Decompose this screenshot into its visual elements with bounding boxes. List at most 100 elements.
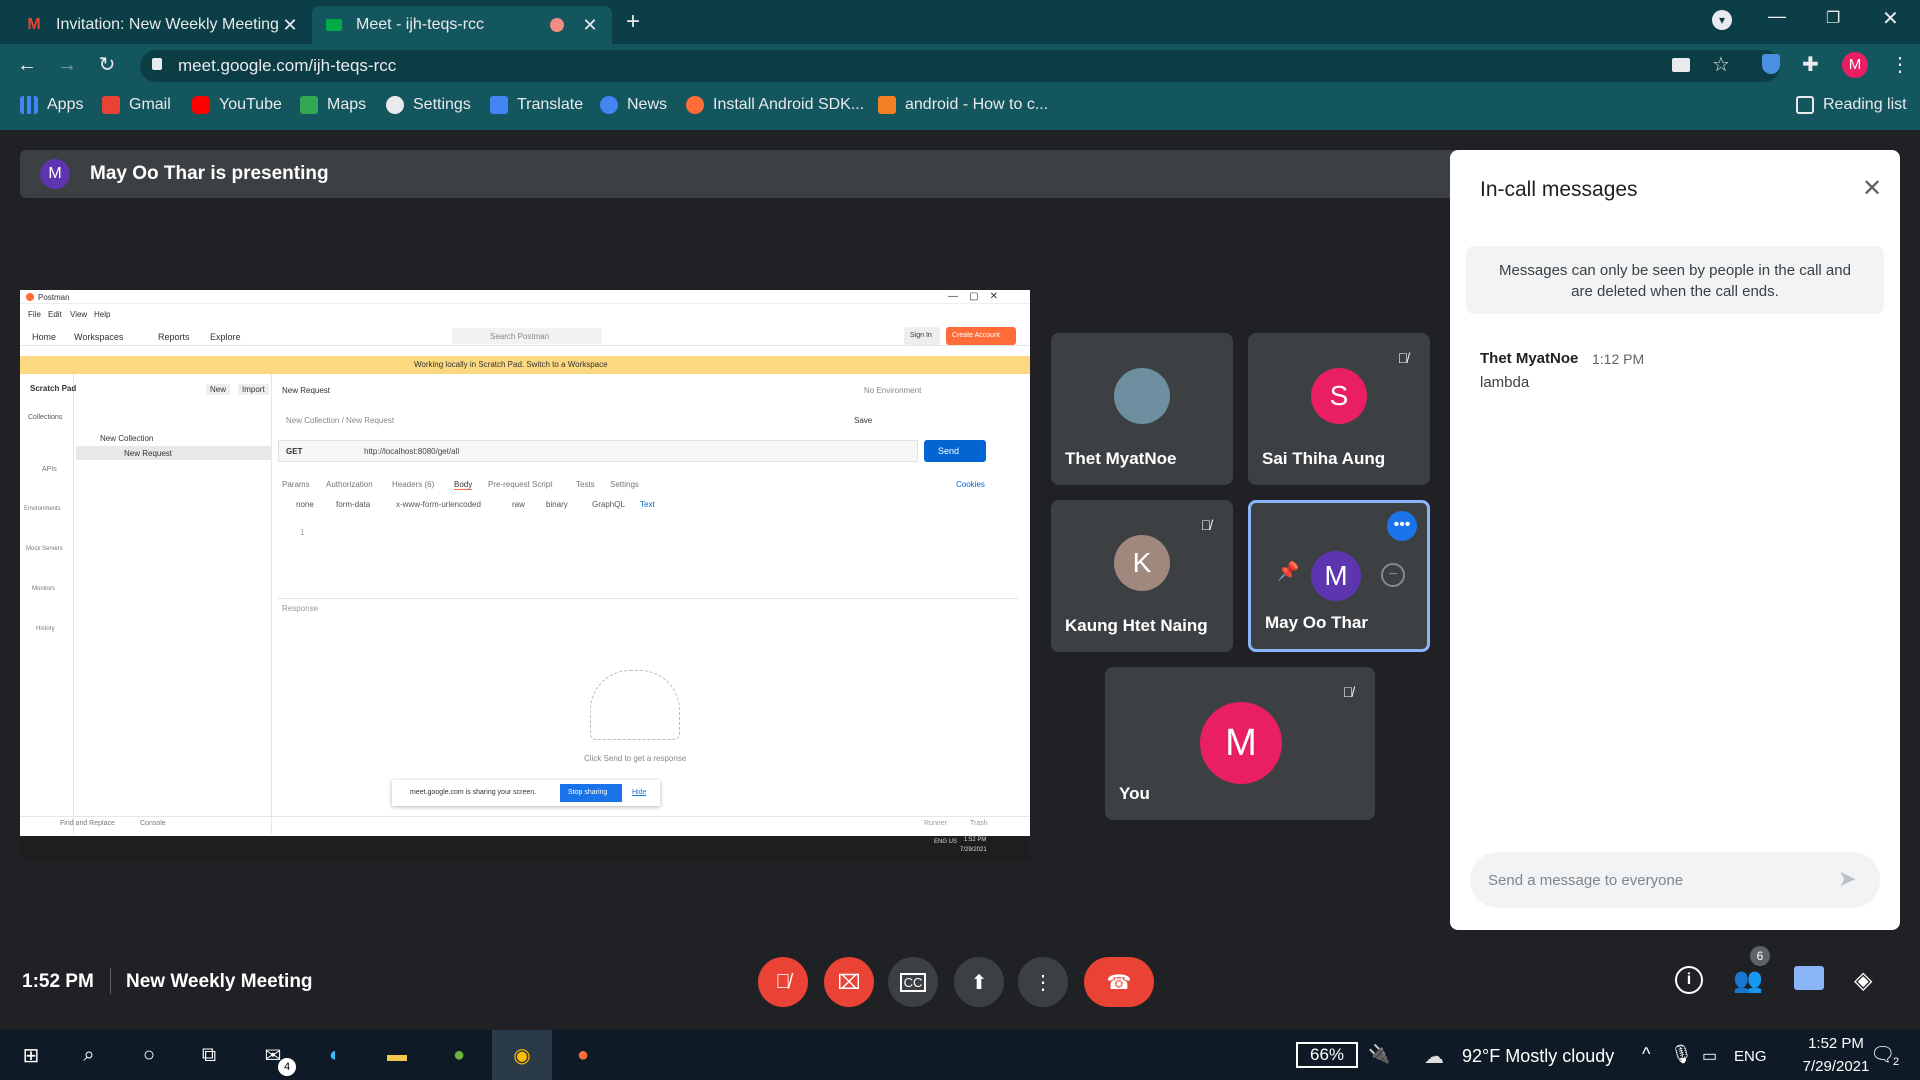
pm-runner[interactable]: Runner xyxy=(924,820,947,827)
participant-tile-you[interactable]: 🎙̸ M You xyxy=(1105,667,1375,820)
bookmark-settings[interactable]: Settings xyxy=(386,96,471,114)
meeting-details-button[interactable]: i xyxy=(1675,966,1703,994)
minimize-button[interactable]: — xyxy=(1768,6,1786,27)
pm-menu-view[interactable]: View xyxy=(70,310,87,319)
reload-button[interactable]: ↻ xyxy=(96,54,118,76)
pm-new-button[interactable]: New xyxy=(206,384,231,395)
pm-nav-home[interactable]: Home xyxy=(32,332,56,342)
forward-button[interactable]: → xyxy=(56,54,78,76)
bookmark-news[interactable]: News xyxy=(600,96,667,114)
pm-body-form-data[interactable]: form-data xyxy=(336,500,370,509)
pm-sidebar-collections[interactable]: Collections xyxy=(28,414,62,421)
pm-text-type-select[interactable]: Text xyxy=(640,500,655,509)
bookmark-android-how-to[interactable]: android - How to c... xyxy=(878,96,1048,114)
pm-tab-body[interactable]: Body xyxy=(454,480,473,490)
pm-sidebar-mock-servers[interactable]: Mock Servers xyxy=(26,546,63,552)
people-button[interactable]: 👥 xyxy=(1733,966,1763,995)
activities-button[interactable]: ◈ xyxy=(1854,966,1872,995)
pm-trash[interactable]: Trash xyxy=(970,820,988,827)
spring-tool-icon[interactable]: ● xyxy=(444,1040,474,1070)
pm-sidebar-monitors[interactable]: Monitors xyxy=(32,586,55,592)
pm-nav-workspaces[interactable]: Workspaces xyxy=(74,332,123,342)
back-button[interactable]: ← xyxy=(16,54,38,76)
camera-icon[interactable] xyxy=(1672,58,1690,72)
close-window-button[interactable]: ✕ xyxy=(1882,6,1899,31)
pm-body-none[interactable]: none xyxy=(296,500,314,509)
pm-menu-help[interactable]: Help xyxy=(94,310,110,319)
participant-tile-kaung-htet-naing[interactable]: 🎙̸ K Kaung Htet Naing xyxy=(1051,500,1233,652)
cortana-icon[interactable]: ○ xyxy=(134,1040,164,1070)
bookmark-youtube[interactable]: YouTube xyxy=(192,96,282,114)
camera-toggle-button[interactable]: ⌧ xyxy=(824,957,874,1007)
bookmark-gmail[interactable]: Gmail xyxy=(102,96,171,114)
mic-toggle-button[interactable]: 🎙̸ xyxy=(758,957,808,1007)
pm-menu-file[interactable]: File xyxy=(28,310,41,319)
pm-body-binary[interactable]: binary xyxy=(546,500,568,509)
tab-gmail-invitation[interactable]: M Invitation: New Weekly Meeting ✕ xyxy=(12,6,312,44)
bookmark-apps[interactable]: Apps xyxy=(20,96,83,114)
pm-nav-reports[interactable]: Reports xyxy=(158,332,190,342)
windows-start-icon[interactable]: ⊞ xyxy=(16,1040,46,1070)
extensions-puzzle-icon[interactable]: ✚ xyxy=(1802,52,1819,77)
close-panel-icon[interactable]: ✕ xyxy=(1862,174,1882,203)
pm-request-tab[interactable]: New Request xyxy=(282,386,330,395)
pm-sidebar-history[interactable]: History xyxy=(36,626,55,632)
participant-tile-may-oo-thar[interactable]: ••• 📌 M − May Oo Thar xyxy=(1248,500,1430,652)
pm-body-raw[interactable]: raw xyxy=(512,500,525,509)
task-view-icon[interactable]: ⧉ xyxy=(194,1040,224,1070)
leave-call-button[interactable]: ☎ xyxy=(1084,957,1154,1007)
more-options-icon[interactable]: ••• xyxy=(1387,511,1417,541)
restore-button[interactable]: ❐ xyxy=(1826,8,1840,28)
file-explorer-icon[interactable]: ▬ xyxy=(382,1040,412,1070)
participant-tile-thet-myatnoe[interactable]: Thet MyatNoe xyxy=(1051,333,1233,485)
search-icon[interactable]: ⌕ xyxy=(74,1040,104,1070)
postman-taskbar-icon[interactable]: ● xyxy=(568,1040,598,1070)
pm-tab-params[interactable]: Params xyxy=(282,480,310,489)
present-screen-button[interactable]: ⬆ xyxy=(954,957,1004,1007)
bookmark-star-icon[interactable]: ☆ xyxy=(1712,52,1730,77)
bookmark-maps[interactable]: Maps xyxy=(300,96,366,114)
tab-search-icon[interactable]: ▾ xyxy=(1712,10,1732,30)
pm-menu-edit[interactable]: Edit xyxy=(48,310,62,319)
edge-browser-icon[interactable]: ◐ xyxy=(320,1040,350,1070)
pin-icon[interactable]: 📌 xyxy=(1277,561,1299,582)
pm-sidebar-apis[interactable]: APIs xyxy=(42,466,57,473)
chrome-menu-icon[interactable]: ⋮ xyxy=(1890,52,1910,77)
captions-button[interactable]: CC xyxy=(888,957,938,1007)
pm-method-select[interactable]: GET xyxy=(286,447,302,456)
more-options-button[interactable]: ⋮ xyxy=(1018,957,1068,1007)
pm-tab-tests[interactable]: Tests xyxy=(576,480,595,489)
language-indicator[interactable]: ENG xyxy=(1734,1048,1767,1065)
bookmark-android-sdk[interactable]: Install Android SDK... xyxy=(686,96,864,114)
new-tab-button[interactable]: + xyxy=(626,8,640,36)
pm-tab-authorization[interactable]: Authorization xyxy=(326,480,373,489)
pm-request-item[interactable]: New Request xyxy=(124,449,172,458)
participant-tile-sai-thiha-aung[interactable]: 🎙̸ S Sai Thiha Aung xyxy=(1248,333,1430,485)
hide-link[interactable]: Hide xyxy=(632,789,646,796)
pm-save-button[interactable]: Save xyxy=(854,416,872,425)
extension-shield-icon[interactable] xyxy=(1762,54,1780,74)
remove-participant-icon[interactable]: − xyxy=(1381,563,1405,587)
chrome-taskbar-icon[interactable]: ◉ xyxy=(507,1040,537,1070)
pm-tab-prerequest[interactable]: Pre-request Script xyxy=(488,480,552,489)
pm-tab-headers[interactable]: Headers (6) xyxy=(392,480,434,489)
pm-cookies-link[interactable]: Cookies xyxy=(956,480,985,489)
tab-meet[interactable]: Meet - ijh-teqs-rcc ✕ xyxy=(312,6,612,44)
close-tab-icon[interactable]: ✕ xyxy=(280,15,300,36)
pm-nav-explore[interactable]: Explore xyxy=(210,332,241,342)
weather-text[interactable]: 92°F Mostly cloudy xyxy=(1462,1046,1614,1067)
chevron-up-icon[interactable]: ^ xyxy=(1642,1044,1650,1065)
battery-tray-icon[interactable]: ▭ xyxy=(1702,1046,1717,1066)
pm-request-url[interactable]: http://localhost:8080/get/all xyxy=(364,447,459,456)
pm-tab-settings[interactable]: Settings xyxy=(610,480,639,489)
pm-environment-select[interactable]: No Environment xyxy=(864,386,921,395)
close-tab-icon[interactable]: ✕ xyxy=(580,15,600,36)
pm-body-urlencoded[interactable]: x-www-form-urlencoded xyxy=(396,500,481,509)
pm-collection-item[interactable]: New Collection xyxy=(100,434,153,443)
bookmark-translate[interactable]: Translate xyxy=(490,96,583,114)
pm-sidebar-environments[interactable]: Environments xyxy=(24,506,61,512)
pm-import-button[interactable]: Import xyxy=(238,384,269,395)
send-message-icon[interactable]: ➤ xyxy=(1838,866,1856,892)
pm-find-replace[interactable]: Find and Replace xyxy=(60,820,115,827)
reading-list-button[interactable]: Reading list xyxy=(1796,96,1907,114)
